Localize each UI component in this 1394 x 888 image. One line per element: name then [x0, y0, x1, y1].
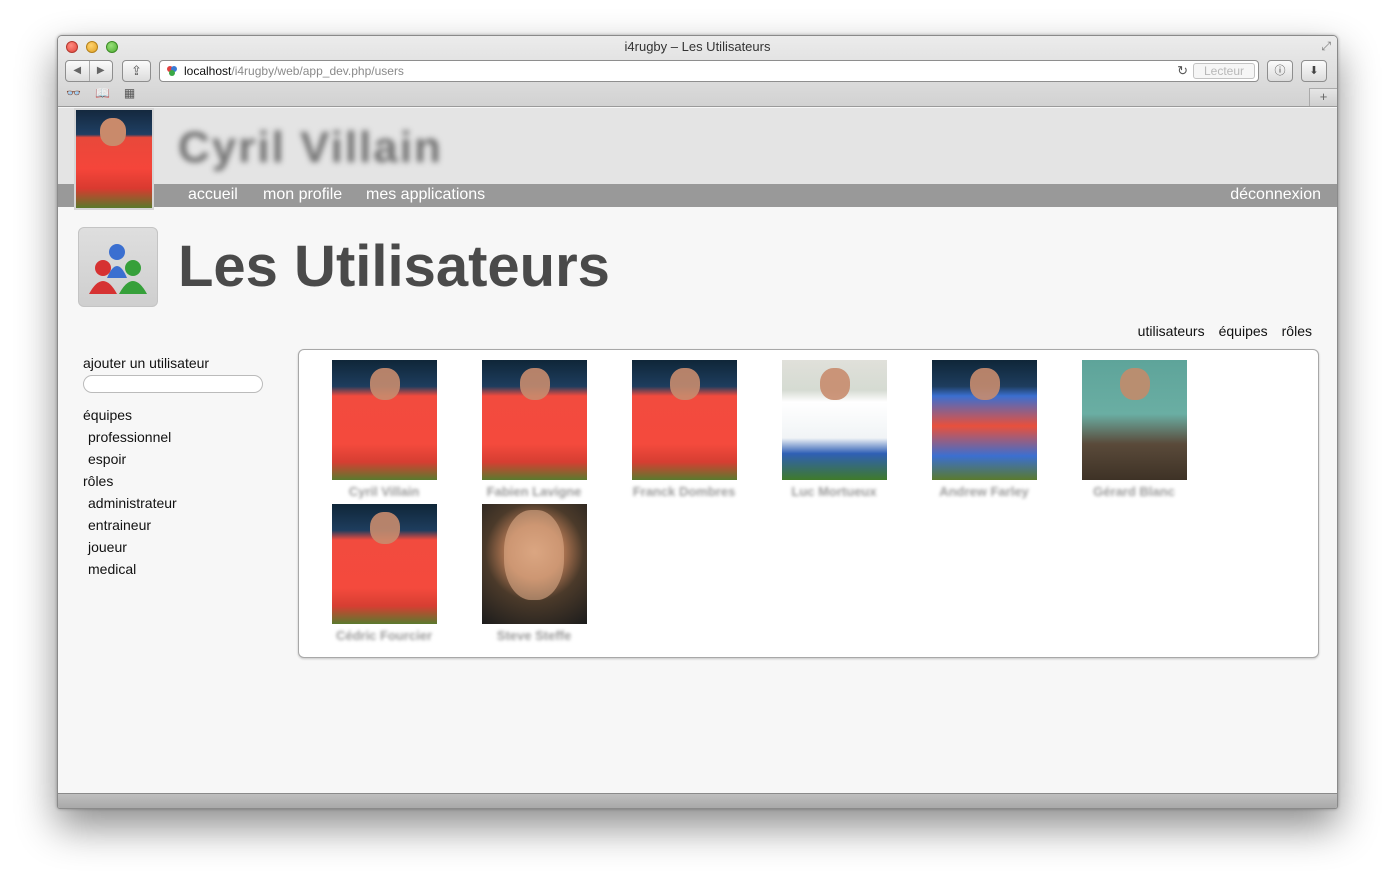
user-photo[interactable] [331, 504, 437, 624]
status-bar [58, 793, 1337, 808]
roles-heading[interactable]: rôles [83, 471, 273, 493]
page-title: Les Utilisateurs [178, 234, 610, 299]
browser-window: i4rugby – Les Utilisateurs ⤢ ◀ ▶ ⇪ local… [57, 35, 1338, 809]
url-path: /i4rugby/web/app_dev.php/users [231, 64, 404, 78]
role-item-medical[interactable]: medical [83, 559, 273, 581]
bookmarks-icon[interactable]: 📖 [95, 86, 110, 100]
user-photo[interactable] [481, 504, 587, 624]
menu-profile[interactable]: mon profile [263, 186, 342, 204]
address-bar[interactable]: localhost/i4rugby/web/app_dev.php/users … [159, 60, 1259, 82]
filter-roles[interactable]: rôles [1282, 323, 1312, 339]
user-card[interactable]: Franck Dombres [614, 360, 754, 499]
user-photo[interactable] [481, 360, 587, 480]
forward-icon[interactable]: ▶ [90, 61, 113, 81]
user-card[interactable]: Cyril Villain [314, 360, 454, 499]
search-input[interactable] [83, 375, 263, 393]
menu-logout[interactable]: déconnexion [1230, 186, 1321, 204]
site-header: Cyril Villain [58, 108, 1337, 184]
user-name[interactable]: Luc Mortueux [764, 484, 904, 499]
team-item-espoir[interactable]: espoir [83, 449, 273, 471]
user-photo[interactable] [781, 360, 887, 480]
user-card[interactable]: Gérard Blanc [1064, 360, 1204, 499]
filter-links: utilisateurs équipes rôles [1138, 323, 1312, 339]
role-item-entraineur[interactable]: entraineur [83, 515, 273, 537]
user-name[interactable]: Fabien Lavigne [464, 484, 604, 499]
user-card[interactable]: Fabien Lavigne [464, 360, 604, 499]
user-photo[interactable] [1081, 360, 1187, 480]
reader-button[interactable]: Lecteur [1193, 63, 1255, 79]
back-forward-buttons: ◀ ▶ [65, 60, 113, 82]
user-name[interactable]: Gérard Blanc [1064, 484, 1204, 499]
user-card[interactable]: Cédric Fourcier [314, 504, 454, 643]
top-sites-icon[interactable]: ▦ [124, 86, 135, 100]
user-name[interactable]: Steve Steffe [464, 628, 604, 643]
bookmarks-bar: 👓 📖 ▦ [66, 86, 135, 100]
new-tab-button[interactable]: + [1309, 88, 1337, 106]
user-card[interactable]: Andrew Farley [914, 360, 1054, 499]
menu-home[interactable]: accueil [188, 186, 238, 204]
download-icon[interactable]: ⬇ [1301, 60, 1327, 82]
filter-users[interactable]: utilisateurs [1138, 323, 1205, 339]
user-name[interactable]: Cédric Fourcier [314, 628, 454, 643]
user-card[interactable]: Steve Steffe [464, 504, 604, 643]
sidebar: ajouter un utilisateur équipes professio… [83, 353, 273, 581]
back-icon[interactable]: ◀ [66, 61, 90, 81]
user-photo[interactable] [331, 360, 437, 480]
users-panel: Cyril Villain Fabien Lavigne Franck Domb… [298, 349, 1319, 658]
share-icon[interactable]: ⇪ [122, 60, 151, 82]
teams-heading[interactable]: équipes [83, 405, 273, 427]
main-menu: accueil mon profile mes applications déc… [58, 184, 1337, 207]
username: Cyril Villain [178, 123, 443, 172]
url-host: localhost [184, 64, 232, 78]
user-name[interactable]: Cyril Villain [314, 484, 454, 499]
user-photo[interactable] [931, 360, 1037, 480]
role-item-joueur[interactable]: joueur [83, 537, 273, 559]
add-user-link[interactable]: ajouter un utilisateur [83, 353, 273, 375]
user-card[interactable]: Luc Mortueux [764, 360, 904, 499]
reload-icon[interactable]: ↻ [1177, 61, 1188, 81]
window-title: i4rugby – Les Utilisateurs [624, 39, 771, 54]
title-bar: i4rugby – Les Utilisateurs ⤢ ◀ ▶ ⇪ local… [58, 36, 1337, 107]
role-item-administrateur[interactable]: administrateur [83, 493, 273, 515]
avatar[interactable] [74, 108, 154, 210]
users-icon [78, 227, 158, 307]
user-name[interactable]: Andrew Farley [914, 484, 1054, 499]
filter-teams[interactable]: équipes [1219, 323, 1268, 339]
team-item-professionnel[interactable]: professionnel [83, 427, 273, 449]
user-name[interactable]: Franck Dombres [614, 484, 754, 499]
reading-list-icon[interactable]: 👓 [66, 86, 81, 100]
user-photo[interactable] [631, 360, 737, 480]
info-icon[interactable]: ⓘ [1267, 60, 1293, 82]
menu-applications[interactable]: mes applications [366, 186, 485, 204]
favicon-icon [167, 66, 177, 76]
fullscreen-icon[interactable]: ⤢ [1321, 39, 1331, 54]
